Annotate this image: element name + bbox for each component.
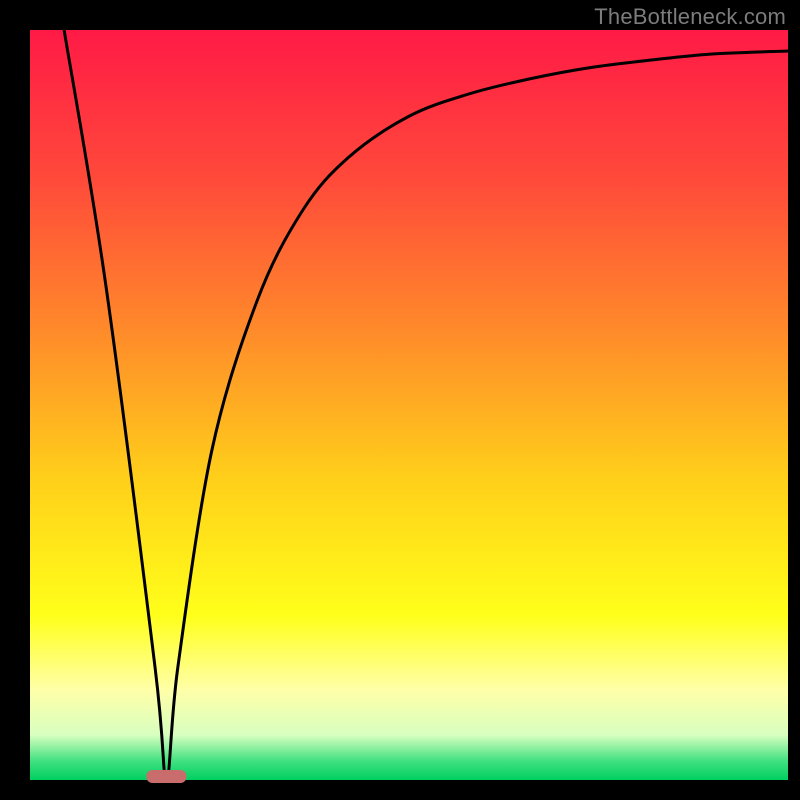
plot-background (30, 30, 788, 780)
bottleneck-chart (0, 0, 800, 800)
attribution-text: TheBottleneck.com (594, 4, 786, 30)
optimal-marker (146, 770, 186, 783)
chart-frame: { "attribution": "TheBottleneck.com", "c… (0, 0, 800, 800)
